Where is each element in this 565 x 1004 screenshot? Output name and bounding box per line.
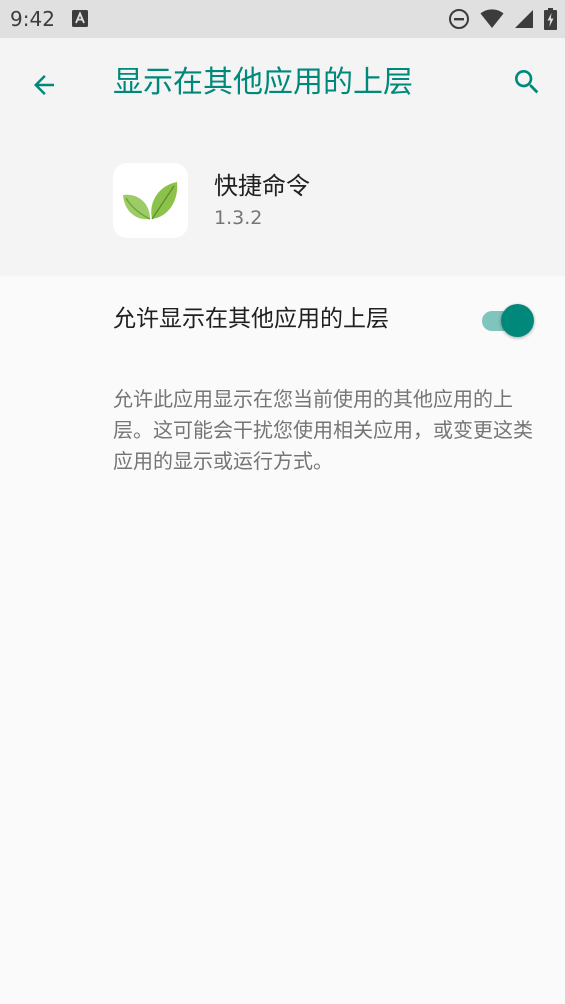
overlay-permission-label: 允许显示在其他应用的上层 [113, 306, 389, 332]
app-name: 快捷命令 [214, 172, 310, 200]
do-not-disturb-icon [449, 9, 469, 29]
status-bar: 9:42 [0, 0, 565, 38]
overlay-permission-switch[interactable] [480, 302, 536, 337]
back-button[interactable] [20, 61, 68, 109]
switch-thumb [501, 304, 534, 337]
search-icon [515, 70, 539, 94]
wifi-icon [480, 9, 504, 28]
cellular-signal-icon [515, 10, 533, 28]
app-version: 1.3.2 [214, 207, 263, 229]
battery-charging-icon [544, 8, 557, 30]
leaf-icon [122, 181, 177, 220]
status-icons [448, 7, 557, 31]
permission-description: 允许此应用显示在您当前使用的其他应用的上层。这可能会干扰您使用相关应用，或变更这… [113, 387, 533, 473]
app-header: 显示在其他应用的上层 快捷命令 1.3.2 [0, 38, 565, 276]
back-arrow-icon [34, 75, 54, 95]
search-button[interactable] [503, 58, 551, 106]
overlay-permission-row[interactable]: 允许显示在其他应用的上层 [0, 276, 565, 364]
app-icon [113, 163, 188, 238]
page-title: 显示在其他应用的上层 [113, 65, 413, 100]
a-notification-icon [72, 10, 88, 27]
status-time: 9:42 [10, 7, 55, 31]
